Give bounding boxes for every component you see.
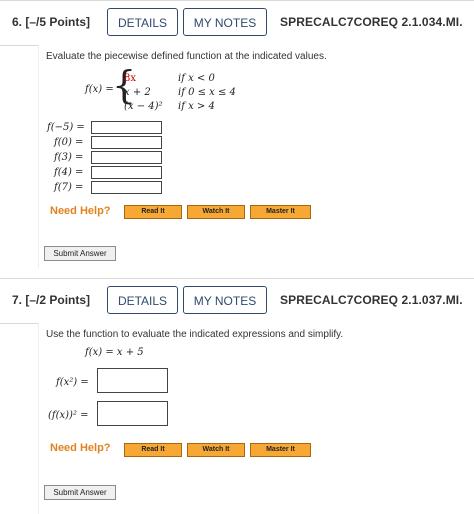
question-body: Use the function to evaluate the indicat… [38, 323, 474, 514]
master-it-button[interactable]: Master It [250, 205, 311, 219]
read-it-button[interactable]: Read It [124, 443, 182, 457]
item-label: f(x²) = [56, 377, 89, 388]
answer-input[interactable] [97, 401, 168, 426]
case-cond-3: if x > 4 [178, 101, 215, 112]
need-help-label: Need Help? [50, 205, 111, 217]
answer-input[interactable] [91, 136, 162, 149]
question-number: 7. [–/2 Points] [12, 293, 91, 307]
my-notes-button[interactable]: MY NOTES [183, 286, 267, 314]
submit-answer-button[interactable]: Submit Answer [44, 246, 116, 261]
case-cond-2: if 0 ≤ x ≤ 4 [178, 87, 236, 98]
piecewise-brace: { [112, 63, 137, 107]
question-6: 6. [–/5 Points] DETAILS MY NOTES SPRECAL… [0, 0, 474, 268]
question-header: 6. [–/5 Points] DETAILS MY NOTES SPRECAL… [0, 0, 474, 46]
question-body: Evaluate the piecewise defined function … [38, 45, 474, 268]
item-label: f(4) = [54, 167, 84, 178]
item-label: f(3) = [54, 152, 84, 163]
case-expr-3: (x − 4)² [124, 101, 163, 112]
item-label: f(7) = [54, 182, 84, 193]
question-id: SPRECALC7COREQ 2.1.034.MI. [280, 15, 463, 29]
item-label: f(−5) = [47, 122, 85, 133]
item-label: (f(x))² = [48, 410, 89, 421]
question-header: 7. [–/2 Points] DETAILS MY NOTES SPRECAL… [0, 278, 474, 324]
case-expr-2: x + 2 [124, 87, 151, 98]
answer-input[interactable] [91, 151, 162, 164]
watch-it-button[interactable]: Watch It [187, 205, 245, 219]
details-button[interactable]: DETAILS [107, 8, 178, 36]
answer-input[interactable] [91, 166, 162, 179]
my-notes-button[interactable]: MY NOTES [183, 8, 267, 36]
question-number: 6. [–/5 Points] [12, 15, 91, 29]
watch-it-button[interactable]: Watch It [187, 443, 245, 457]
item-label: f(0) = [54, 137, 84, 148]
question-7: 7. [–/2 Points] DETAILS MY NOTES SPRECAL… [0, 278, 474, 514]
submit-answer-button[interactable]: Submit Answer [44, 485, 116, 500]
question-id: SPRECALC7COREQ 2.1.037.MI. [280, 293, 463, 307]
need-help-label: Need Help? [50, 442, 111, 454]
answer-input[interactable] [97, 368, 168, 393]
case-expr-1: 8x [124, 73, 137, 84]
instructions: Use the function to evaluate the indicat… [46, 329, 344, 340]
function-label: f(x) = [85, 84, 114, 95]
answer-input[interactable] [91, 121, 162, 134]
master-it-button[interactable]: Master It [250, 443, 311, 457]
details-button[interactable]: DETAILS [107, 286, 178, 314]
read-it-button[interactable]: Read It [124, 205, 182, 219]
case-cond-1: if x < 0 [178, 73, 215, 84]
answer-input[interactable] [91, 181, 162, 194]
function-definition: f(x) = x + 5 [85, 347, 144, 358]
instructions: Evaluate the piecewise defined function … [46, 51, 327, 62]
